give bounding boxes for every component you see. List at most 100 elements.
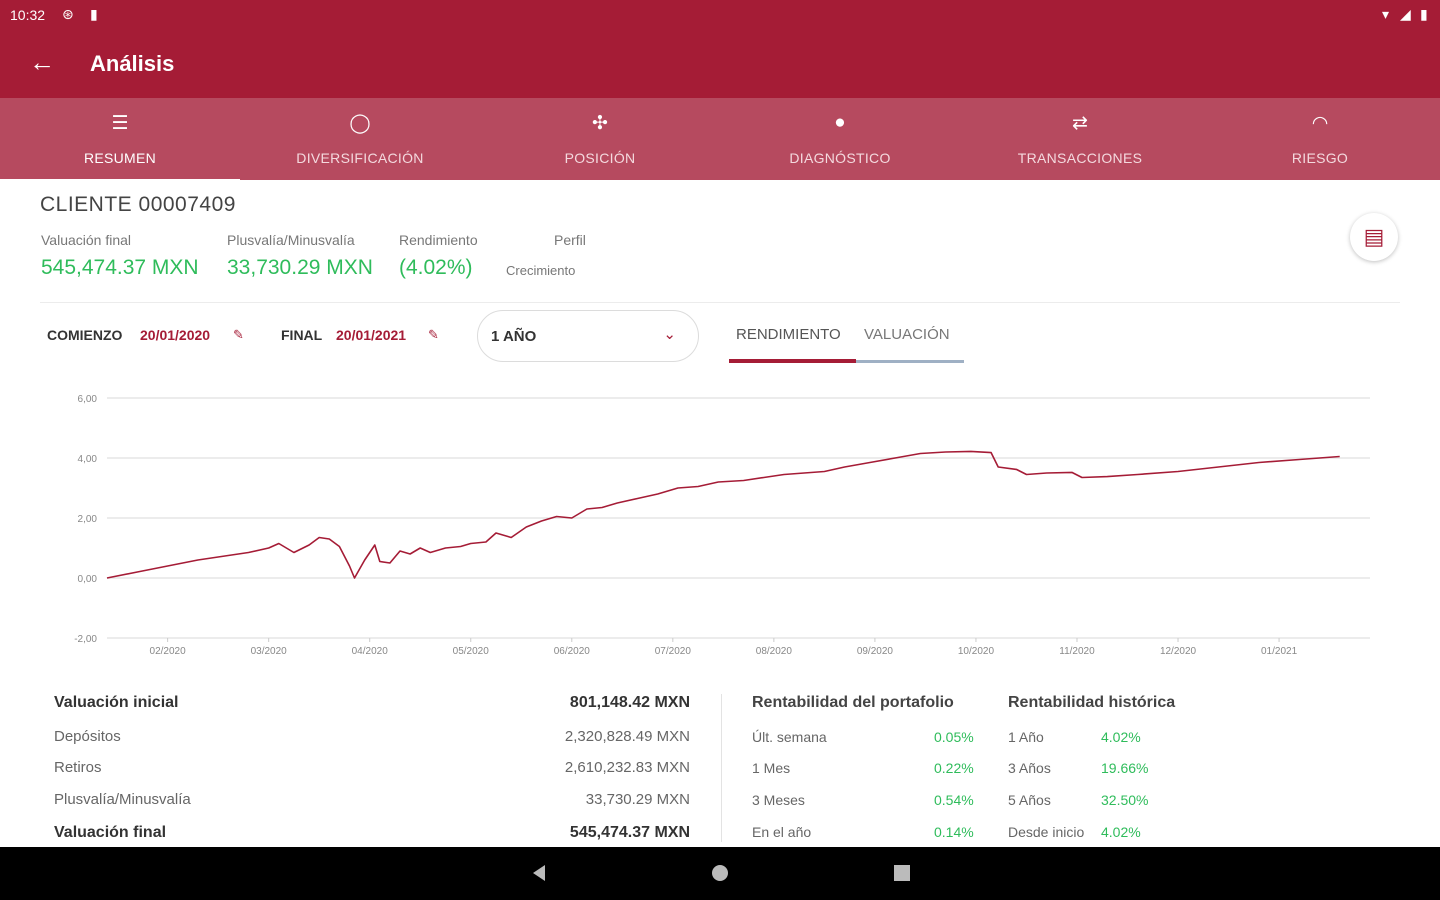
summary-row: Plusvalía/Minusvalía 33,730.29 MXN [54, 791, 690, 815]
tab-label: POSICIÓN [564, 150, 636, 166]
historica-value: 19.66% [1101, 760, 1149, 776]
summary-label: Valuación final [54, 824, 167, 841]
swap-icon: ⇄ [1072, 113, 1088, 134]
period-value: 1 AÑO [491, 328, 537, 345]
segment-valuacion-underline [856, 360, 964, 363]
tab-posicion[interactable]: ✣ POSICIÓN [480, 98, 720, 180]
summary-row: Valuación inicial 801,148.42 MXN [54, 694, 690, 718]
header-divider [40, 302, 1400, 303]
end-date-value[interactable]: 20/01/2021 [336, 327, 406, 343]
grid-icon: ✣ [592, 113, 608, 134]
tab-resumen[interactable]: ☰ RESUMEN [0, 98, 240, 183]
tab-diversificacion[interactable]: ◯ DIVERSIFICACIÓN [240, 98, 480, 180]
segment-rendimiento-underline [729, 359, 856, 363]
app-bar: ← Análisis [0, 30, 1440, 98]
chart-x-tick-label: 05/2020 [453, 646, 490, 657]
donut-icon: ◯ [349, 113, 371, 134]
chart-x-tick-label: 02/2020 [150, 646, 187, 657]
tab-bar: ☰ RESUMEN ◯ DIVERSIFICACIÓN ✣ POSICIÓN ●… [0, 98, 1440, 183]
nav-back-icon[interactable] [525, 861, 553, 885]
chart-x-tick-label: 09/2020 [857, 646, 894, 657]
chart-x-tick-label: 03/2020 [251, 646, 288, 657]
chart-y-tick-label: -2,00 [74, 634, 97, 645]
summary-value: 2,320,828.49 MXN [564, 728, 690, 745]
chart-x-tick-label: 07/2020 [655, 646, 692, 657]
summary-value: 2,610,232.83 MXN [564, 759, 690, 776]
summary-label: Retiros [54, 759, 102, 776]
settings-status-icon: ⊛ [62, 6, 74, 22]
back-arrow-icon[interactable]: ← [26, 46, 58, 78]
chart-y-tick-label: 6,00 [78, 394, 98, 405]
portafolio-label: En el año [752, 824, 812, 840]
start-date-label: COMIENZO [47, 327, 123, 343]
summary-value: 801,148.42 MXN [569, 694, 690, 711]
plusvalia-label: Plusvalía/Minusvalía [227, 232, 355, 248]
segment-valuacion[interactable]: VALUACIÓN [864, 326, 950, 343]
edit-start-date-icon[interactable]: ✎ [233, 327, 244, 343]
tab-diagnostico[interactable]: ● DIAGNÓSTICO [720, 98, 960, 180]
sd-card-icon: ▮ [90, 6, 98, 22]
nav-home-icon[interactable] [706, 861, 734, 885]
tab-label: TRANSACCIONES [1017, 150, 1143, 166]
chart-x-tick-label: 04/2020 [352, 646, 389, 657]
portafolio-value: 0.05% [934, 729, 974, 745]
page-title: Análisis [90, 51, 175, 76]
summary-label: Valuación inicial [54, 694, 179, 711]
rentabilidad-portafolio-title: Rentabilidad del portafolio [752, 694, 954, 711]
valuacion-final-value: 545,474.37 MXN [41, 256, 199, 279]
gauge-icon: ◠ [1311, 113, 1329, 134]
summary-value: 545,474.37 MXN [569, 824, 690, 841]
summary-row: Depósitos 2,320,828.49 MXN [54, 728, 690, 752]
start-date-value[interactable]: 20/01/2020 [140, 327, 210, 343]
summary-row: Retiros 2,610,232.83 MXN [54, 759, 690, 783]
tab-label: RIESGO [1291, 150, 1349, 166]
tab-riesgo[interactable]: ◠ RIESGO [1200, 98, 1440, 180]
pdf-export-button[interactable]: ▤ [1350, 213, 1398, 261]
portafolio-value: 0.14% [934, 824, 974, 840]
chevron-down-icon: ⌄ [663, 326, 676, 343]
tab-transacciones[interactable]: ⇄ TRANSACCIONES [960, 98, 1200, 180]
signal-icon: ◢ [1400, 6, 1411, 22]
portafolio-label: Últ. semana [752, 729, 827, 745]
rendimiento-value: (4.02%) [399, 256, 473, 279]
segment-rendimiento[interactable]: RENDIMIENTO [736, 326, 841, 343]
tab-label: DIVERSIFICACIÓN [296, 150, 424, 166]
list-icon: ☰ [111, 113, 129, 134]
wifi-icon: ▾ [1382, 6, 1390, 22]
period-select[interactable]: 1 AÑO ⌄ [477, 310, 699, 362]
tab-label: RESUMEN [83, 150, 157, 166]
historica-label: 3 Años [1008, 760, 1051, 776]
nav-recents-icon[interactable] [888, 861, 916, 885]
historica-value: 4.02% [1101, 824, 1141, 840]
magnifier-icon: ● [834, 112, 846, 133]
summary-row: Valuación final 545,474.37 MXN [54, 824, 690, 848]
portafolio-value: 0.22% [934, 760, 974, 776]
edit-end-date-icon[interactable]: ✎ [428, 327, 439, 343]
client-name: CLIENTE 00007409 [40, 193, 236, 216]
chart-y-tick-label: 4,00 [78, 454, 98, 465]
rentabilidad-historica-title: Rentabilidad histórica [1008, 694, 1176, 711]
perfil-value: Crecimiento [506, 263, 576, 278]
summary-value: 33,730.29 MXN [585, 791, 690, 808]
system-nav-bar [0, 847, 1440, 900]
chart-x-tick-label: 08/2020 [756, 646, 793, 657]
portafolio-label: 3 Meses [752, 792, 805, 808]
chart-y-tick-label: 2,00 [78, 514, 98, 525]
plusvalia-value: 33,730.29 MXN [227, 256, 373, 279]
battery-icon: ▮ [1420, 6, 1428, 22]
valuacion-final-label: Valuación final [41, 232, 132, 248]
historica-value: 4.02% [1101, 729, 1141, 745]
status-bar: 10:32 ⊛ ▮ ▾ ◢ ▮ [0, 0, 1440, 30]
chart-x-tick-label: 10/2020 [958, 646, 995, 657]
historica-label: 5 Años [1008, 792, 1051, 808]
rendimiento-label: Rendimiento [399, 232, 478, 248]
perfil-label: Perfil [554, 232, 586, 248]
portafolio-label: 1 Mes [752, 760, 791, 776]
historica-label: Desde inicio [1008, 824, 1085, 840]
historica-value: 32.50% [1101, 792, 1149, 808]
portafolio-value: 0.54% [934, 792, 974, 808]
chart-y-tick-label: 0,00 [78, 574, 98, 585]
chart-x-tick-label: 06/2020 [554, 646, 591, 657]
summary-label: Plusvalía/Minusvalía [54, 791, 191, 808]
chart-x-tick-label: 11/2020 [1059, 646, 1095, 657]
